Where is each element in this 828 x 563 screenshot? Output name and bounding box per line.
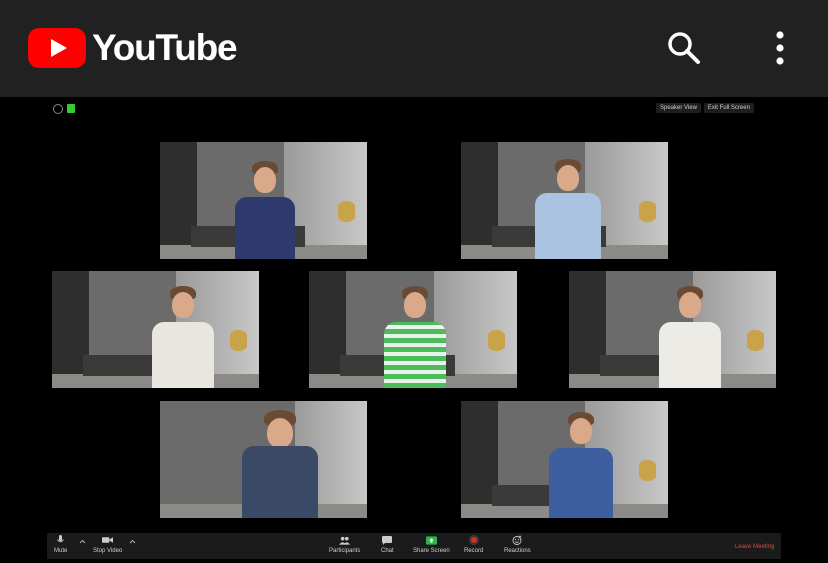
stop-video-label: Stop Video: [93, 548, 123, 554]
mute-label: Mute: [54, 548, 68, 554]
participant-striped-shirt: [533, 157, 603, 259]
video-options-chevron[interactable]: [129, 539, 136, 544]
record-label: Record: [464, 548, 484, 554]
view-controls: Speaker View Exit Full Screen: [656, 103, 754, 113]
exit-full-screen-button[interactable]: Exit Full Screen: [703, 103, 754, 113]
participant-denim-shirt: [546, 410, 616, 518]
participant-saxophone-right: [655, 284, 725, 388]
mute-button[interactable]: Mute: [54, 535, 67, 554]
video-tile-piano[interactable]: [160, 401, 367, 518]
youtube-play-icon: [28, 28, 86, 68]
chat-button[interactable]: Chat: [381, 535, 394, 554]
participant-saxophone-left: [148, 284, 218, 388]
more-options-button[interactable]: [760, 28, 800, 68]
chevron-up-icon: [129, 539, 136, 544]
audio-options-chevron[interactable]: [79, 539, 86, 544]
reactions-icon: [512, 535, 523, 545]
share-screen-icon: [425, 535, 437, 545]
participants-button[interactable]: Participants: [329, 535, 360, 554]
microphone-icon: [55, 535, 66, 545]
youtube-header: YouTube: [0, 0, 828, 97]
stop-video-button[interactable]: Stop Video: [93, 535, 122, 554]
participants-icon: [339, 535, 351, 545]
leave-meeting-button[interactable]: Leave Meeting: [735, 544, 774, 550]
reactions-button[interactable]: Reactions: [504, 535, 531, 554]
youtube-logo[interactable]: YouTube: [28, 27, 238, 68]
zoom-toolbar: Mute Stop Video Participants Chat Share …: [47, 533, 781, 559]
meeting-info-icons: [53, 104, 75, 114]
participant-conductor: [230, 159, 300, 259]
chat-icon: [382, 535, 393, 545]
video-tile-striped-shirt[interactable]: [461, 142, 668, 259]
chevron-up-icon: [79, 539, 86, 544]
reactions-label: Reactions: [504, 548, 531, 554]
video-tile-green-shirt[interactable]: [309, 271, 517, 388]
share-screen-button[interactable]: Share Screen: [413, 535, 450, 554]
speaker-view-button[interactable]: Speaker View: [656, 103, 701, 113]
record-icon: [468, 535, 479, 545]
record-button[interactable]: Record: [464, 535, 483, 554]
encryption-lock-icon: [67, 104, 75, 113]
youtube-wordmark: YouTube: [92, 27, 238, 68]
video-tile-denim-shirt[interactable]: [461, 401, 668, 518]
video-tile-saxophone-left[interactable]: [52, 271, 259, 388]
chat-label: Chat: [381, 548, 394, 554]
participants-label: Participants: [329, 548, 361, 554]
participant-green-shirt: [380, 284, 450, 388]
video-camera-icon: [102, 535, 114, 545]
participant-piano: [240, 408, 320, 518]
more-vertical-icon: [776, 31, 784, 65]
video-tile-conductor[interactable]: [160, 142, 367, 259]
share-screen-label: Share Screen: [413, 548, 450, 554]
search-icon: [668, 32, 700, 64]
video-tile-saxophone-right[interactable]: [569, 271, 776, 388]
info-icon[interactable]: [53, 104, 63, 114]
search-button[interactable]: [664, 28, 704, 68]
